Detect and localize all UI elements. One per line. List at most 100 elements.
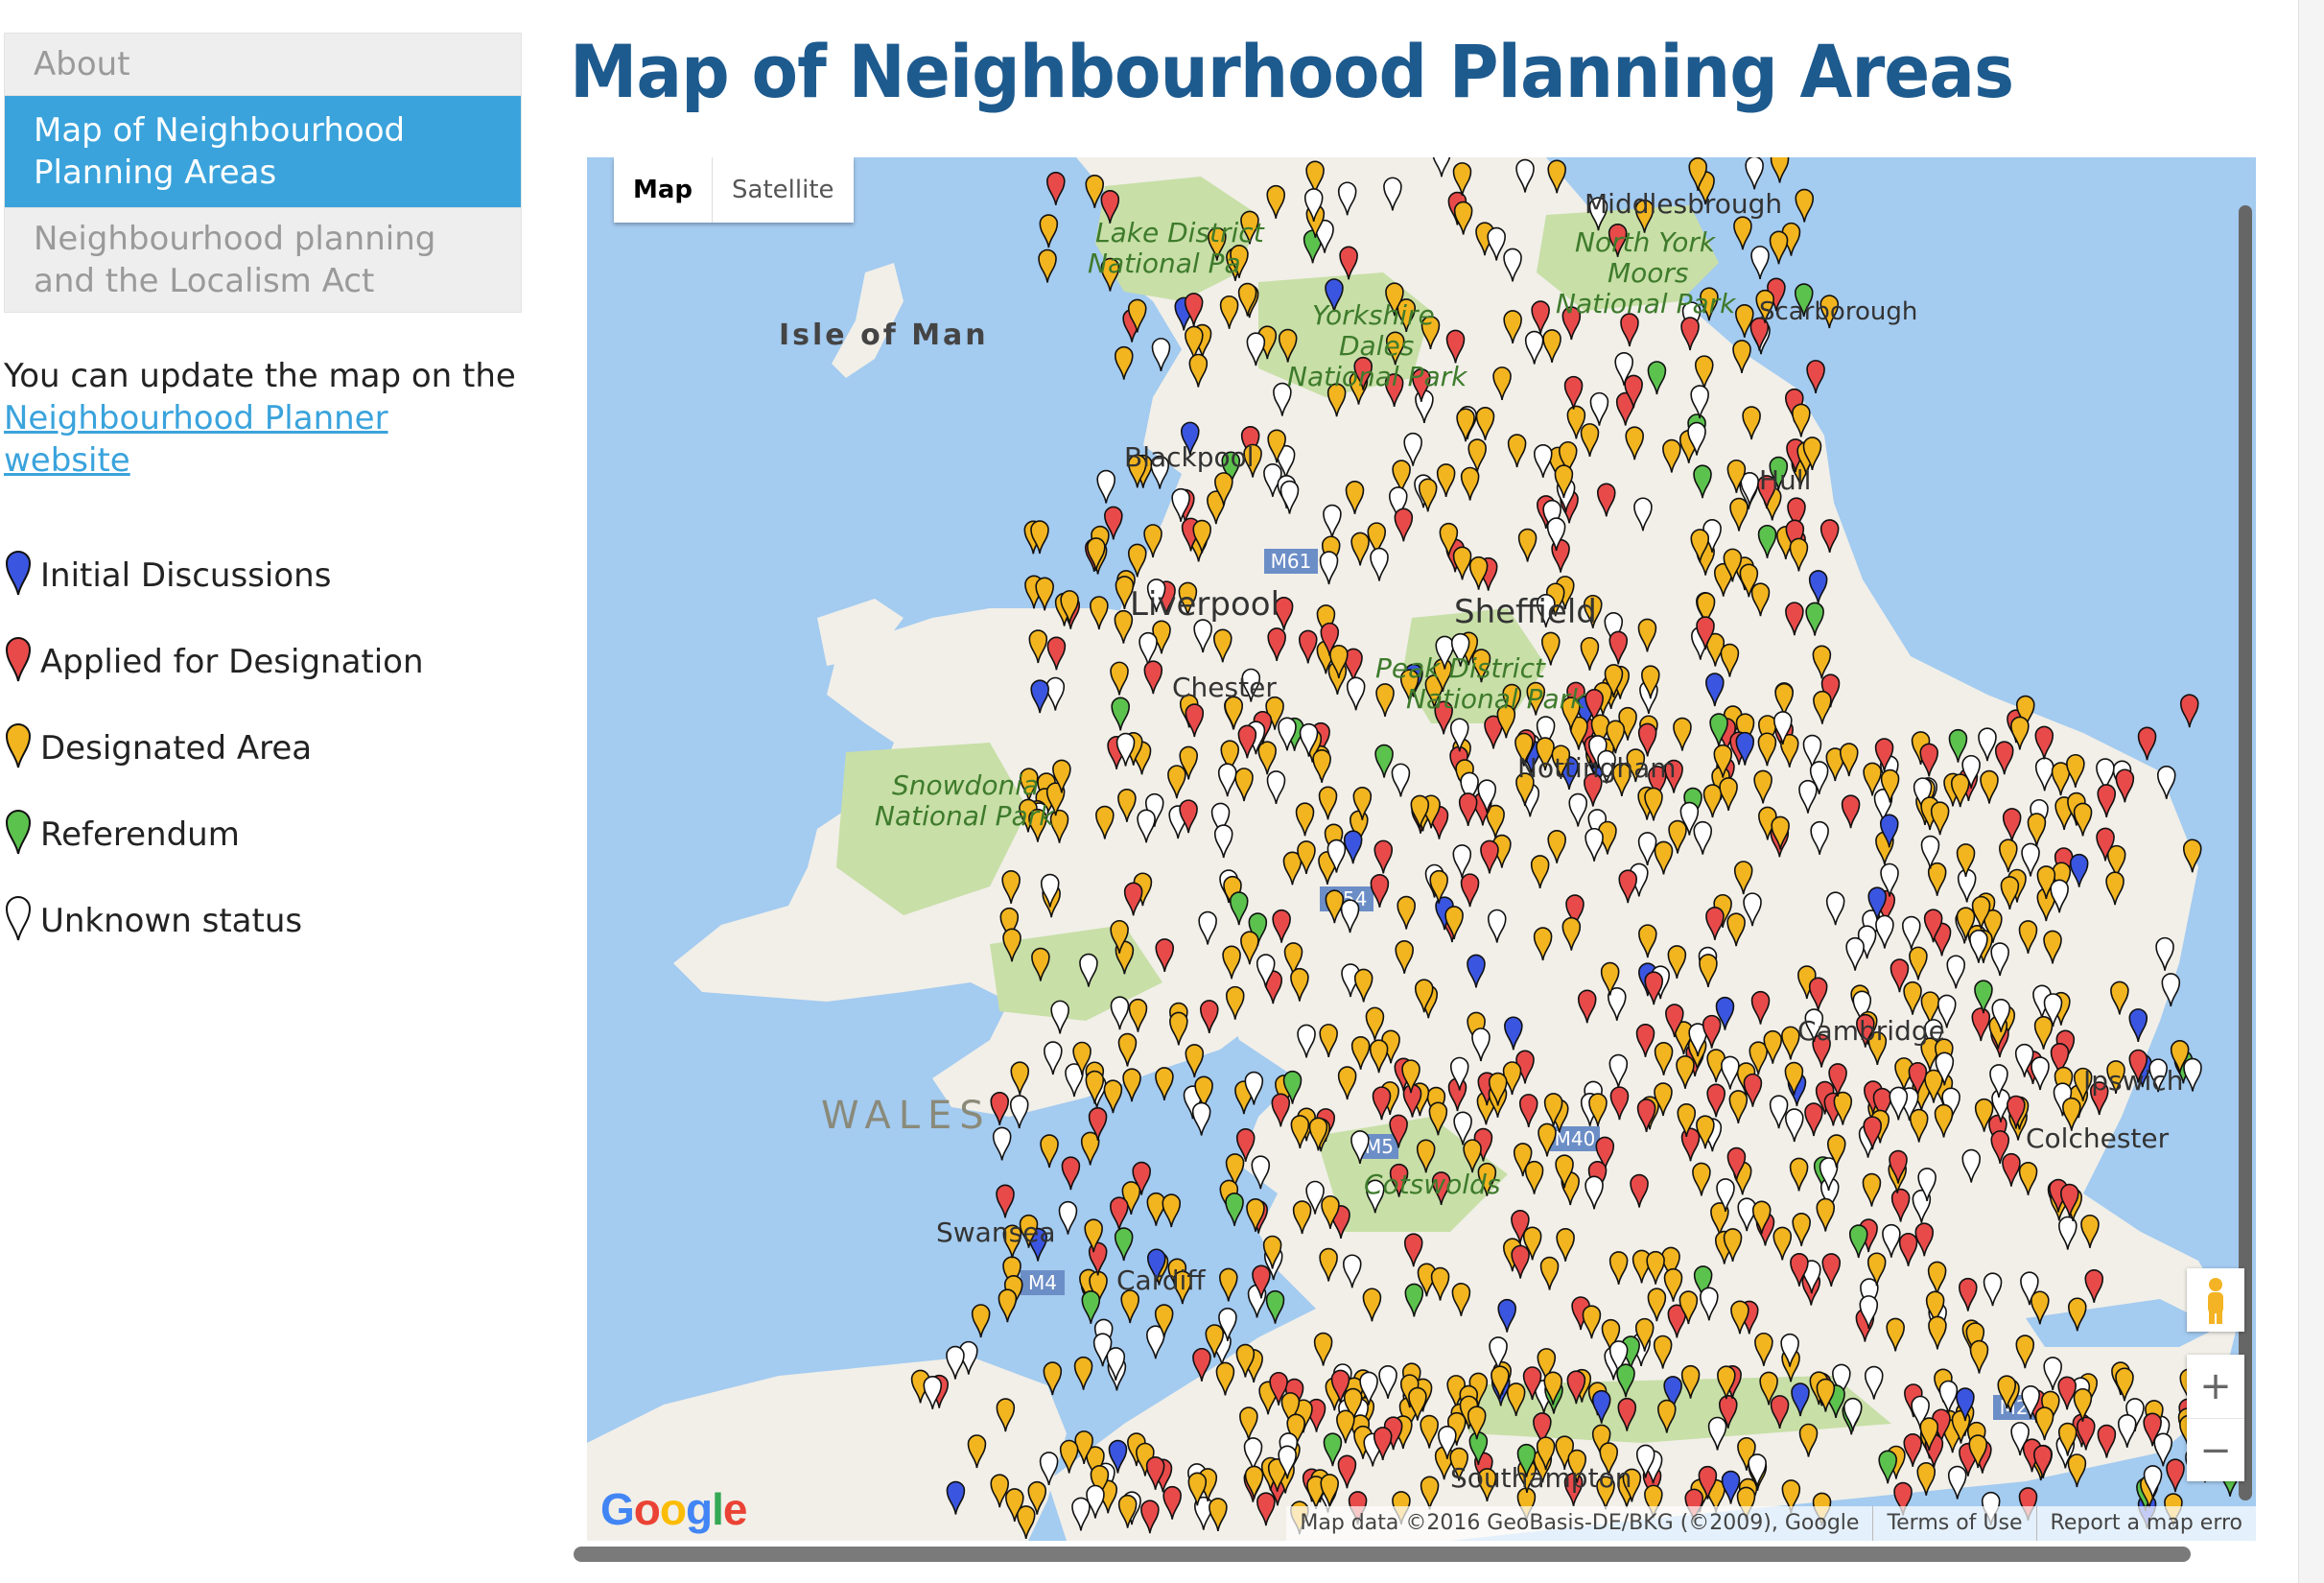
label-moors: Moors [1608, 257, 1689, 289]
label-snowdonia: Snowdonia [892, 769, 1040, 801]
map-marker[interactable] [1081, 1290, 1101, 1324]
sidebar: About Map of Neighbourhood Planning Area… [4, 33, 522, 942]
zoom-out-button[interactable]: − [2187, 1419, 2244, 1482]
map-marker[interactable] [1085, 175, 1105, 208]
map-marker[interactable] [1162, 1193, 1182, 1228]
label-yorkshire: Yorkshire [1312, 299, 1435, 331]
intro-sentence: You can update the map on the [4, 357, 516, 395]
map-marker[interactable] [1114, 345, 1134, 380]
label-yorkshire-dales-national-park: National Park [1287, 361, 1467, 392]
nav-item-about[interactable]: About [5, 34, 521, 96]
map-marker[interactable] [1265, 1289, 1285, 1324]
map-marker[interactable] [1046, 172, 1066, 205]
label-chester: Chester [1172, 672, 1277, 703]
legend-label: Initial Discussions [40, 556, 332, 595]
map-marker[interactable] [998, 1288, 1018, 1323]
map-marker[interactable] [1733, 216, 1752, 250]
legend-referendum: Referendum [4, 769, 522, 856]
map-marker[interactable] [2183, 1057, 2202, 1092]
label-nottingham: Nottingham [1517, 752, 1677, 784]
map-marker[interactable] [992, 1126, 1012, 1161]
map-marker[interactable] [1745, 157, 1764, 190]
map-marker[interactable] [1109, 1196, 1129, 1231]
map-marker[interactable] [990, 1091, 1010, 1125]
map-marker[interactable] [971, 1304, 991, 1338]
map-data-attribution: Map data ©2016 GeoBasis-DE/BKG (©2009), … [1300, 1511, 1860, 1535]
map-type-map-button[interactable]: Map [614, 157, 712, 223]
map-marker[interactable] [1146, 1192, 1166, 1226]
map-marker[interactable] [1806, 360, 1825, 393]
map-attribution: Map data ©2016 GeoBasis-DE/BKG (©2009), … [1286, 1506, 2256, 1541]
label-swansea: Swansea [936, 1217, 1056, 1248]
blue-marker-icon [5, 551, 32, 596]
map-marker[interactable] [1122, 1068, 1141, 1102]
label-north-york: North York [1575, 226, 1716, 258]
map-type-control: Map Satellite [614, 157, 854, 223]
map-marker[interactable] [1073, 1356, 1093, 1390]
legend-label: Applied for Designation [40, 643, 424, 681]
map-marker[interactable] [1947, 1465, 1967, 1500]
red-marker-icon [5, 637, 32, 682]
map-marker[interactable] [1087, 537, 1106, 572]
legend-label: Unknown status [40, 902, 303, 940]
page-horizontal-scrollbar[interactable] [574, 1547, 2191, 1562]
map-marker[interactable] [1185, 1044, 1205, 1078]
map-marker[interactable] [1795, 188, 1815, 223]
map-marker[interactable] [2179, 694, 2199, 728]
m4-label: M4 [1028, 1271, 1057, 1294]
map-marker[interactable] [2137, 726, 2157, 761]
map-marker[interactable] [2067, 1453, 2087, 1488]
label-wales: WALES [821, 1094, 992, 1138]
label-liverpool: Liverpool [1130, 585, 1280, 624]
report-map-error-link[interactable]: Report a map erro [2035, 1506, 2256, 1541]
label-isle-of-man: Isle of Man [779, 319, 989, 352]
legend-label: Designated Area [40, 729, 313, 768]
legend-unknown: Unknown status [4, 856, 522, 942]
map-marker[interactable] [1038, 248, 1057, 283]
map-type-satellite-button[interactable]: Satellite [712, 157, 854, 223]
nav-item-map[interactable]: Map of Neighbourhood Planning Areas [5, 96, 521, 208]
label-blackpool: Blackpool [1124, 441, 1255, 473]
map-marker[interactable] [1225, 1193, 1244, 1226]
label-scarborough: Scarborough [1759, 297, 1918, 326]
label-cardiff: Cardiff [1116, 1264, 1206, 1296]
intro-text: You can update the map on the Neighbourh… [4, 355, 522, 482]
yellow-marker-icon [5, 723, 32, 768]
zoom-control: + − [2187, 1355, 2244, 1481]
white-marker-icon [5, 896, 32, 941]
map-marker[interactable] [1770, 157, 1790, 183]
sidebar-nav: About Map of Neighbourhood Planning Area… [4, 33, 522, 313]
map-marker[interactable] [1058, 1200, 1078, 1235]
map-marker[interactable] [1735, 304, 1754, 338]
map-canvas[interactable]: M61 M54 M4 M5 M40 M20 Middlesbrough Nort… [587, 157, 2256, 1541]
map-marker[interactable] [1155, 1067, 1174, 1101]
map-marker[interactable] [1103, 1079, 1123, 1114]
map-marker[interactable] [1750, 246, 1770, 279]
label-peak-district-national-park: National Park [1406, 683, 1586, 715]
map-marker[interactable] [2166, 1458, 2185, 1493]
nav-item-localism-act[interactable]: Neighbourhood planning and the Localism … [5, 208, 521, 312]
google-logo: Google [600, 1484, 747, 1534]
zoom-in-button[interactable]: + [2187, 1355, 2244, 1419]
legend-designated: Designated Area [4, 683, 522, 769]
map-marker[interactable] [996, 1184, 1015, 1218]
map-marker[interactable] [1114, 1227, 1134, 1262]
map-marker[interactable] [1009, 1095, 1029, 1129]
label-ipswich: Ipswich [2083, 1065, 2184, 1097]
map-marker[interactable] [1769, 230, 1789, 265]
label-sheffield: Sheffield [1454, 593, 1597, 631]
terms-of-use-link[interactable]: Terms of Use [1872, 1506, 2035, 1541]
green-marker-icon [5, 810, 32, 855]
label-cotswolds: Cotswolds [1364, 1169, 1501, 1200]
label-hull: Hull [1759, 464, 1812, 496]
label-peak-district: Peak District [1375, 652, 1545, 684]
map-marker[interactable] [1035, 577, 1054, 611]
street-view-pegman-button[interactable] [2187, 1268, 2244, 1332]
map-marker[interactable] [1151, 338, 1171, 371]
neighbourhood-planner-link[interactable]: Neighbourhood Planner website [4, 399, 388, 480]
label-snowdonia-national-park: National Park [875, 800, 1055, 832]
map-marker[interactable] [1039, 214, 1059, 248]
label-north-york-national-park: National Park [1556, 288, 1736, 319]
map-marker[interactable] [1219, 1267, 1238, 1302]
map-marker[interactable] [1096, 469, 1116, 504]
